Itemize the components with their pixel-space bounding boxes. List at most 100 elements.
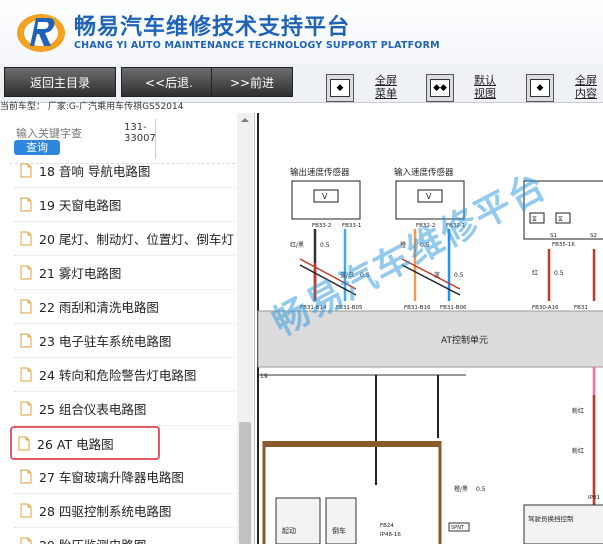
pin-s1: S1 — [550, 233, 557, 239]
brand-logo-icon — [17, 14, 65, 52]
code-label: 131- 33007 — [124, 122, 156, 144]
pin-fb33-1: FB33-1 — [342, 223, 361, 229]
sidebar-item-label: 21 雾灯电路图 — [39, 266, 122, 281]
input-speed-sensor-label: 输入速度传感器 — [394, 167, 454, 178]
default-view-icon: ◆◆ — [430, 79, 450, 97]
sidebar-item[interactable]: 24 转向和危险警告灯电路图 — [14, 358, 236, 392]
wire-size-label-5: 0.5 — [554, 270, 564, 277]
pin-ip48-16: IP48-16 — [380, 532, 401, 538]
svg-text:⧖: ⧖ — [558, 215, 563, 223]
fullscreen-content-icon: ◆ — [530, 79, 550, 97]
default-view-link[interactable]: 默认 视图 — [474, 74, 496, 100]
document-icon — [20, 367, 32, 382]
pin-fb31-b06: FB31-B06 — [440, 305, 467, 311]
scroll-up-arrow-icon[interactable] — [237, 113, 253, 127]
pin-fb35-16: FB35-16 — [552, 242, 575, 248]
pin-19: 19 — [260, 373, 268, 380]
wire-blue-label: 蓝 — [434, 271, 440, 279]
wire-pink-red-label-1: 粉红 — [572, 407, 584, 415]
default-view-label-1: 默认 — [474, 74, 496, 87]
back-main-button[interactable]: 返回主目录 — [4, 67, 116, 97]
forward-button[interactable]: >>前进 — [211, 67, 293, 97]
document-icon — [20, 469, 32, 484]
sidebar-item[interactable]: 19 天窗电路图 — [14, 188, 236, 222]
sidebar-item[interactable]: 27 车窗玻璃升降器电路图 — [14, 460, 236, 494]
wire-pink-red-label-2: 粉红 — [572, 447, 584, 455]
fullscreen-content-label-2: 内容 — [575, 87, 597, 100]
sidebar-item-label: 22 雨刮和清洗电路图 — [39, 300, 159, 315]
at-control-unit-label: AT控制单元 — [441, 334, 488, 346]
pin-fb33-2: FB33-2 — [312, 223, 331, 229]
fullscreen-menu-link[interactable]: 全屏 菜单 — [375, 74, 397, 100]
document-icon — [18, 436, 30, 450]
sidebar-item[interactable]: 23 电子驻车系统电路图 — [14, 324, 236, 358]
svg-text:⧖: ⧖ — [532, 215, 537, 223]
toolbar: 返回主目录 <<后退. >>前进 ◆ 全屏 菜单 ◆◆ 默认 视图 ◆ 全屏 内… — [0, 64, 603, 103]
pin-fb30-a16: FB30-A16 — [532, 305, 559, 311]
document-icon — [20, 537, 32, 544]
fullscreen-content-link[interactable]: 全屏 内容 — [575, 74, 597, 100]
svg-text:V: V — [426, 192, 432, 201]
output-speed-sensor-label: 输出速度传感器 — [290, 167, 350, 178]
current-car-model: 当前车型： 厂家:G-广汽乘用车传祺GS52014 — [0, 102, 184, 112]
document-icon — [20, 401, 32, 416]
pin-s2: S2 — [590, 233, 597, 239]
header: 畅易汽车维修技术支持平台 CHANG YI AUTO MAINTENANCE T… — [0, 0, 603, 64]
wire-size-label-1: 0.5 — [320, 242, 330, 249]
driver-switch-block-label: 驾驶员换挡控制 — [528, 514, 574, 523]
pin-fb31-b16: FB31-B16 — [404, 305, 431, 311]
fullscreen-content-button[interactable]: ◆ — [526, 74, 554, 102]
sidebar-item[interactable]: 22 雨刮和清洗电路图 — [14, 290, 236, 324]
sidebar-item-label: 23 电子驻车系统电路图 — [39, 334, 172, 349]
sidebar-item-label: 27 车窗玻璃升降器电路图 — [39, 470, 184, 485]
code-line-2: 33007 — [124, 133, 156, 144]
document-icon — [20, 503, 32, 518]
document-icon — [20, 299, 32, 314]
sidebar-item[interactable]: 18 音响 导航电路图 — [14, 154, 236, 188]
search-divider — [155, 119, 156, 159]
sidebar-item[interactable]: 26 AT 电路图 — [10, 426, 160, 460]
svg-text:V: V — [322, 192, 328, 201]
fullscreen-menu-label-1: 全屏 — [375, 74, 397, 87]
sidebar-item[interactable]: 28 四驱控制系统电路图 — [14, 494, 236, 528]
search-button[interactable]: 查询 — [14, 140, 60, 155]
document-icon — [20, 231, 32, 246]
sidebar-item-label: 26 AT 电路图 — [37, 436, 114, 452]
sidebar-item-label: 28 四驱控制系统电路图 — [39, 504, 172, 519]
pin-fb31: FB31 — [574, 305, 588, 311]
sidebar-item[interactable]: 29 胎压监测电路图 — [14, 528, 236, 544]
sidebar-item[interactable]: 20 尾灯、制动灯、位置灯、倒车灯 — [14, 222, 236, 256]
wire-red-black-label: 红/黑 — [290, 241, 304, 249]
wire-size-label-6: 0.5 — [476, 486, 486, 493]
document-icon — [20, 163, 32, 178]
motor-block-label: 起动 — [282, 526, 296, 535]
wire-size-label-4: 0.5 — [454, 272, 464, 279]
sidebar-item-label: 24 转向和危险警告灯电路图 — [39, 368, 197, 383]
code-line-1: 131- — [124, 122, 147, 133]
reverse-block-label: 倒车 — [332, 526, 346, 535]
pin-fb24: FB24 — [380, 523, 394, 529]
document-icon — [20, 265, 32, 280]
sidebar-item-label: 29 胎压监测电路图 — [39, 535, 146, 544]
fullscreen-menu-button[interactable]: ◆ — [326, 74, 354, 102]
fullscreen-menu-label-2: 菜单 — [375, 87, 397, 100]
fullscreen-content-label-1: 全屏 — [575, 74, 597, 87]
pin-spnt: SPNT — [451, 525, 465, 531]
document-icon — [20, 197, 32, 212]
sidebar-item[interactable]: 21 雾灯电路图 — [14, 256, 236, 290]
sidebar-item[interactable]: 25 组合仪表电路图 — [14, 392, 236, 426]
sidebar-item-label: 18 音响 导航电路图 — [39, 164, 151, 179]
wire-red-label-1: 红 — [532, 269, 538, 277]
sidebar-item-label: 25 组合仪表电路图 — [39, 402, 147, 417]
document-icon — [20, 333, 32, 348]
wire-orange-black-label: 橙/黑 — [454, 485, 468, 493]
sidebar: 查询 131- 33007 18 音响 导航电路图 19 天窗电路图 20 尾灯、制… — [0, 113, 255, 544]
site-title: 畅易汽车维修技术支持平台 — [74, 15, 351, 40]
pin-ip01: IP01 — [588, 495, 600, 501]
scrollbar-thumb[interactable] — [239, 422, 251, 544]
back-button[interactable]: <<后退. — [121, 67, 217, 97]
default-view-button[interactable]: ◆◆ — [426, 74, 454, 102]
default-view-label-2: 视图 — [474, 87, 496, 100]
sidebar-item-label: 19 天窗电路图 — [39, 198, 122, 213]
fullscreen-menu-icon: ◆ — [330, 79, 350, 97]
